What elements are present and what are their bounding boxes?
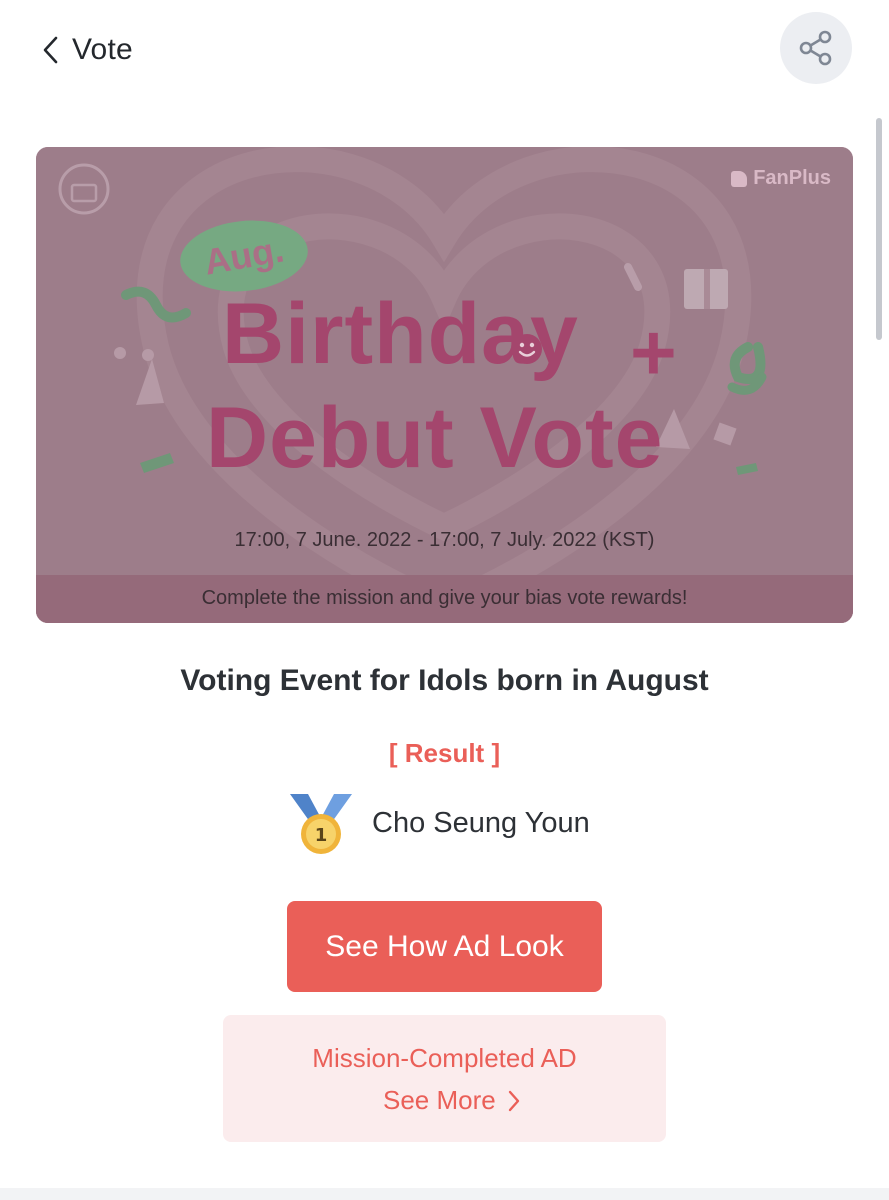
banner-title-line2: Debut Vote	[206, 390, 664, 486]
see-more-link[interactable]: See More	[383, 1085, 522, 1116]
brand-name: FanPlus	[753, 167, 831, 189]
mission-ad-title: Mission-Completed AD	[312, 1043, 577, 1073]
mission-ad-card[interactable]: Mission-Completed AD See More	[223, 1015, 666, 1142]
medal-rank: 1	[315, 825, 328, 846]
banner-title-plus: +	[630, 308, 677, 397]
brand-logo: FanPlus	[731, 167, 831, 190]
winner-name: Cho Seung Youn	[372, 806, 590, 839]
gold-medal-icon: 1	[290, 794, 352, 854]
back-button[interactable]: Vote	[38, 28, 133, 72]
banner-footer-text: Complete the mission and give your bias …	[201, 587, 688, 609]
scrollbar[interactable]	[876, 118, 882, 340]
share-icon	[799, 30, 832, 66]
bottom-divider	[0, 1188, 889, 1200]
see-more-label: See More	[383, 1085, 496, 1115]
winner-row: 1 Cho Seung Youn	[288, 790, 590, 856]
share-button[interactable]	[780, 12, 852, 84]
smiley-icon	[512, 334, 542, 364]
event-title: Voting Event for Idols born in August	[180, 664, 709, 697]
page-title: Vote	[72, 33, 133, 66]
see-ad-button[interactable]: See How Ad Look	[287, 901, 602, 992]
event-banner[interactable]: FanPlus Aug. Birthday + Debut Vote 17:00…	[36, 147, 853, 623]
chevron-right-icon	[508, 1090, 519, 1111]
banner-date-range: 17:00, 7 June. 2022 - 17:00, 7 July. 202…	[234, 529, 655, 551]
brand-mark-icon	[731, 170, 748, 187]
result-label: [ Result ]	[388, 738, 501, 768]
chevron-left-icon	[43, 36, 58, 64]
top-bar: Vote	[0, 0, 889, 100]
month-tag-label: Aug.	[200, 228, 287, 283]
